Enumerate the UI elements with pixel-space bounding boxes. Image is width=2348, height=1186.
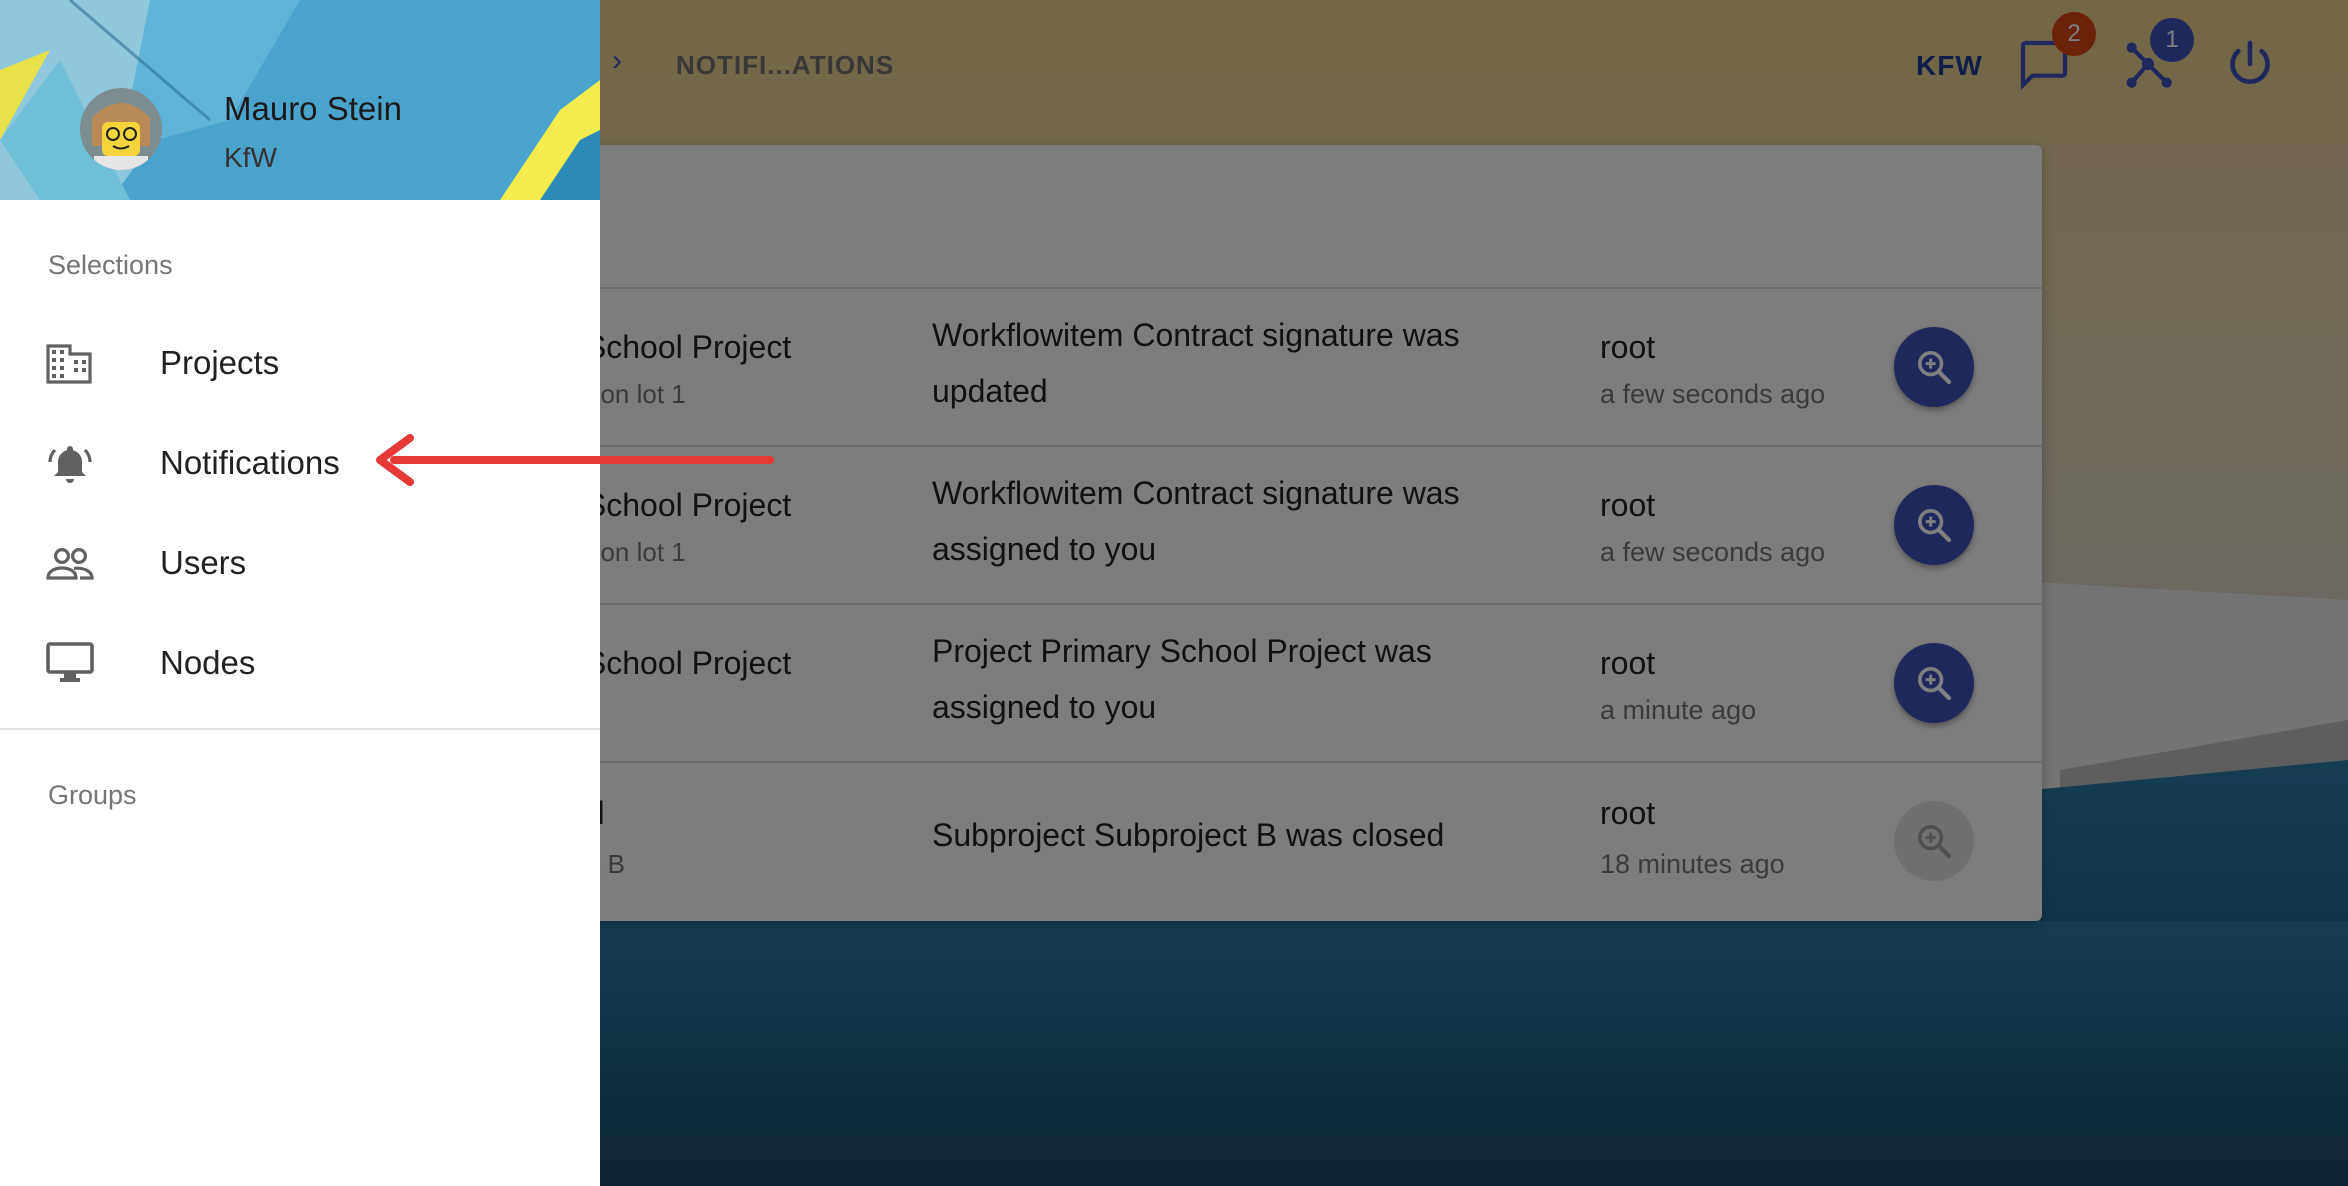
annotation-arrow-icon (376, 434, 774, 486)
nav-item-projects[interactable]: Projects (0, 312, 600, 412)
nav-item-label: Nodes (160, 644, 256, 681)
avatar-lego-figure (80, 88, 162, 170)
user-name: Mauro Stein (224, 90, 402, 127)
section-header-selections: Selections (48, 250, 173, 280)
people-icon (46, 542, 94, 584)
desktop-monitor-icon (46, 642, 94, 684)
nav-item-nodes[interactable]: Nodes (0, 612, 600, 712)
nav-item-label: Notifications (160, 444, 340, 481)
user-organization: KfW (224, 142, 277, 173)
building-icon (46, 342, 94, 384)
bell-ringing-icon (46, 442, 94, 484)
section-header-groups: Groups (48, 780, 137, 810)
avatar (80, 88, 162, 170)
drawer-header: Mauro Stein KfW (0, 0, 600, 200)
nav-item-label: Users (160, 544, 247, 581)
nav-item-users[interactable]: Users (0, 512, 600, 612)
drawer-divider (0, 728, 600, 730)
nav-item-label: Projects (160, 344, 280, 381)
navigation-drawer: Mauro Stein KfW Selections Projects Noti… (0, 0, 600, 1186)
